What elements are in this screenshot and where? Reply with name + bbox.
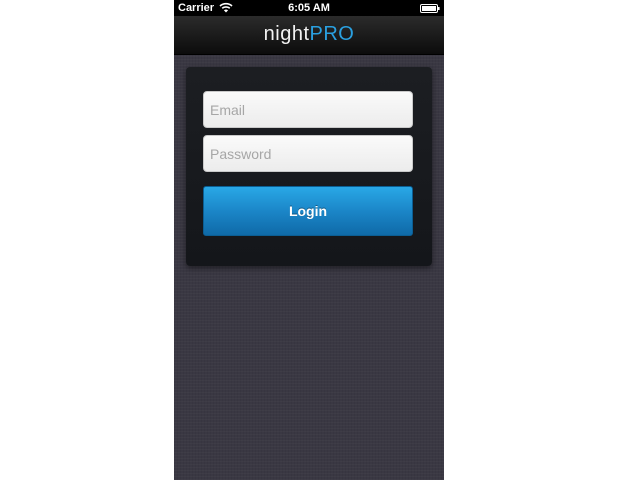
login-button[interactable]: Login [203,186,413,236]
status-time: 6:05 AM [288,2,330,14]
password-field[interactable] [203,135,413,172]
status-bar: Carrier 6:05 AM [174,0,444,16]
battery-icon [420,4,440,13]
app-logo: nightPRO [264,23,355,45]
logo-text-pro: PRO [309,23,355,45]
app-screen: Carrier 6:05 AM nightPRO Login [174,0,444,480]
login-card: Login [186,67,432,266]
nav-bar: nightPRO [174,16,444,55]
email-field[interactable] [203,91,413,128]
logo-text-night: night [263,23,310,45]
